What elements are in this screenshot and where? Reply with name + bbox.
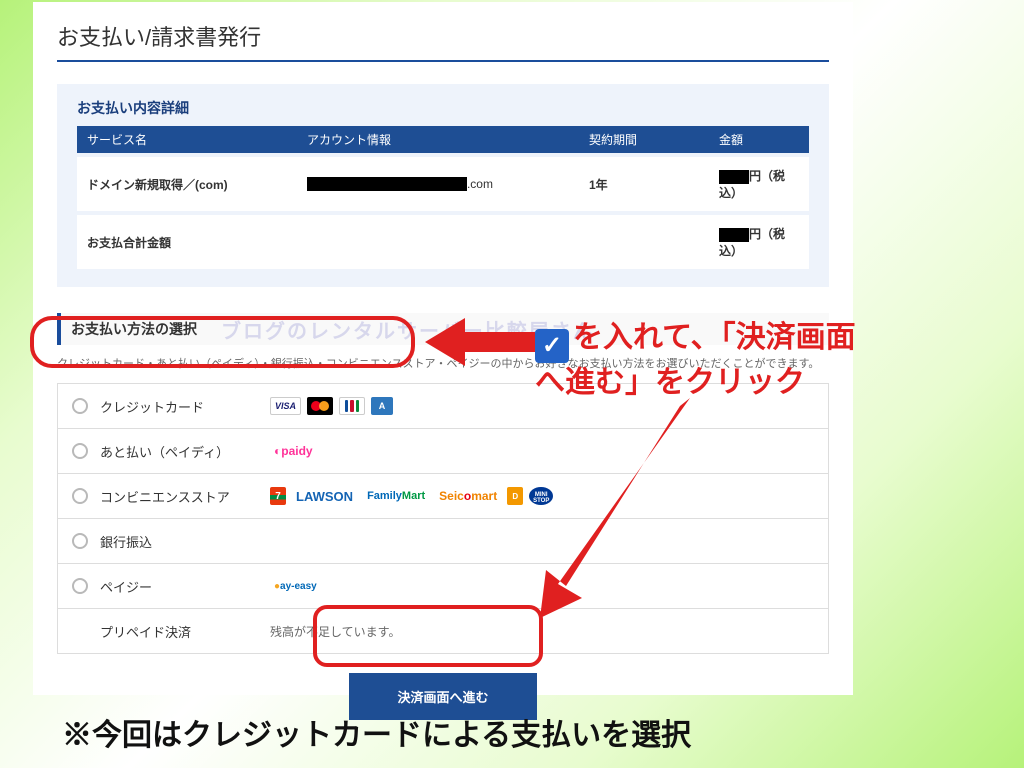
method-label: あと払い（ペイディ） bbox=[100, 442, 270, 461]
jcb-icon bbox=[339, 397, 365, 415]
radio-icon[interactable] bbox=[72, 488, 88, 504]
table-row: ドメイン新規取得／(com) .com 1年 円（税込） bbox=[77, 155, 809, 213]
radio-icon[interactable] bbox=[72, 398, 88, 414]
col-service: サービス名 bbox=[77, 126, 297, 155]
daily-icon: D bbox=[507, 487, 523, 505]
method-prepaid: プリペイド決済 残高が不足しています。 bbox=[57, 608, 829, 654]
annotation-callout: ✓を入れて、「決済画面 へ進む」をクリック bbox=[535, 318, 1005, 404]
method-paidy[interactable]: あと払い（ペイディ） paidy bbox=[57, 428, 829, 474]
method-bank-transfer[interactable]: 銀行振込 bbox=[57, 518, 829, 564]
cell-account: .com bbox=[297, 155, 579, 213]
mastercard-icon bbox=[307, 397, 333, 415]
payment-details-box: お支払い内容詳細 サービス名 アカウント情報 契約期間 金額 ドメイン新規取得／… bbox=[57, 84, 829, 287]
redacted-amount bbox=[719, 170, 749, 184]
cell-service: ドメイン新規取得／(com) bbox=[77, 155, 297, 213]
radio-icon[interactable] bbox=[72, 578, 88, 594]
seveneleven-icon: 7 bbox=[270, 487, 286, 505]
col-account: アカウント情報 bbox=[297, 126, 579, 155]
lawson-icon: LAWSON bbox=[292, 487, 357, 505]
cell-amount: 円（税込） bbox=[709, 155, 809, 213]
cell-total-amount: 円（税込） bbox=[709, 213, 809, 269]
annotation-footnote: ※今回はクレジットカードによる支払いを選択 bbox=[62, 710, 962, 754]
method-label: ペイジー bbox=[100, 577, 270, 596]
method-label: 銀行振込 bbox=[100, 532, 270, 551]
ministop-icon: MINI STOP bbox=[529, 487, 553, 505]
table-row-total: お支払合計金額 円（税込） bbox=[77, 213, 809, 269]
paidy-icon: paidy bbox=[270, 442, 317, 460]
method-label: プリペイド決済 bbox=[100, 622, 270, 641]
col-period: 契約期間 bbox=[579, 126, 709, 155]
method-label: クレジットカード bbox=[100, 397, 270, 416]
method-convenience-store[interactable]: コンビニエンスストア 7 LAWSON FamilyMart Seicomart… bbox=[57, 473, 829, 519]
cell-period: 1年 bbox=[579, 155, 709, 213]
redacted-total bbox=[719, 228, 749, 242]
redacted-account bbox=[307, 177, 467, 191]
amex-icon: A bbox=[371, 397, 393, 415]
method-label: コンビニエンスストア bbox=[100, 487, 270, 506]
radio-icon[interactable] bbox=[72, 443, 88, 459]
cell-total-label: お支払合計金額 bbox=[77, 213, 297, 269]
page-title: お支払い/請求書発行 bbox=[57, 20, 829, 62]
seicomart-icon: Seicomart bbox=[435, 487, 501, 505]
prepaid-insufficient-note: 残高が不足しています。 bbox=[270, 623, 400, 640]
credit-card-logos: VISA A bbox=[270, 397, 393, 415]
payment-method-list: クレジットカード VISA A あと払い（ペイディ） paidy コンビニエンス… bbox=[57, 383, 829, 653]
method-payeasy[interactable]: ペイジー ay-easy bbox=[57, 563, 829, 609]
payment-details-heading: お支払い内容詳細 bbox=[77, 98, 809, 118]
checkbox-icon: ✓ bbox=[535, 329, 569, 363]
payment-details-table: サービス名 アカウント情報 契約期間 金額 ドメイン新規取得／(com) .co… bbox=[77, 126, 809, 269]
col-amount: 金額 bbox=[709, 126, 809, 155]
visa-icon: VISA bbox=[270, 397, 301, 415]
radio-icon[interactable] bbox=[72, 533, 88, 549]
payeasy-icon: ay-easy bbox=[270, 577, 321, 595]
familymart-icon: FamilyMart bbox=[363, 487, 429, 505]
